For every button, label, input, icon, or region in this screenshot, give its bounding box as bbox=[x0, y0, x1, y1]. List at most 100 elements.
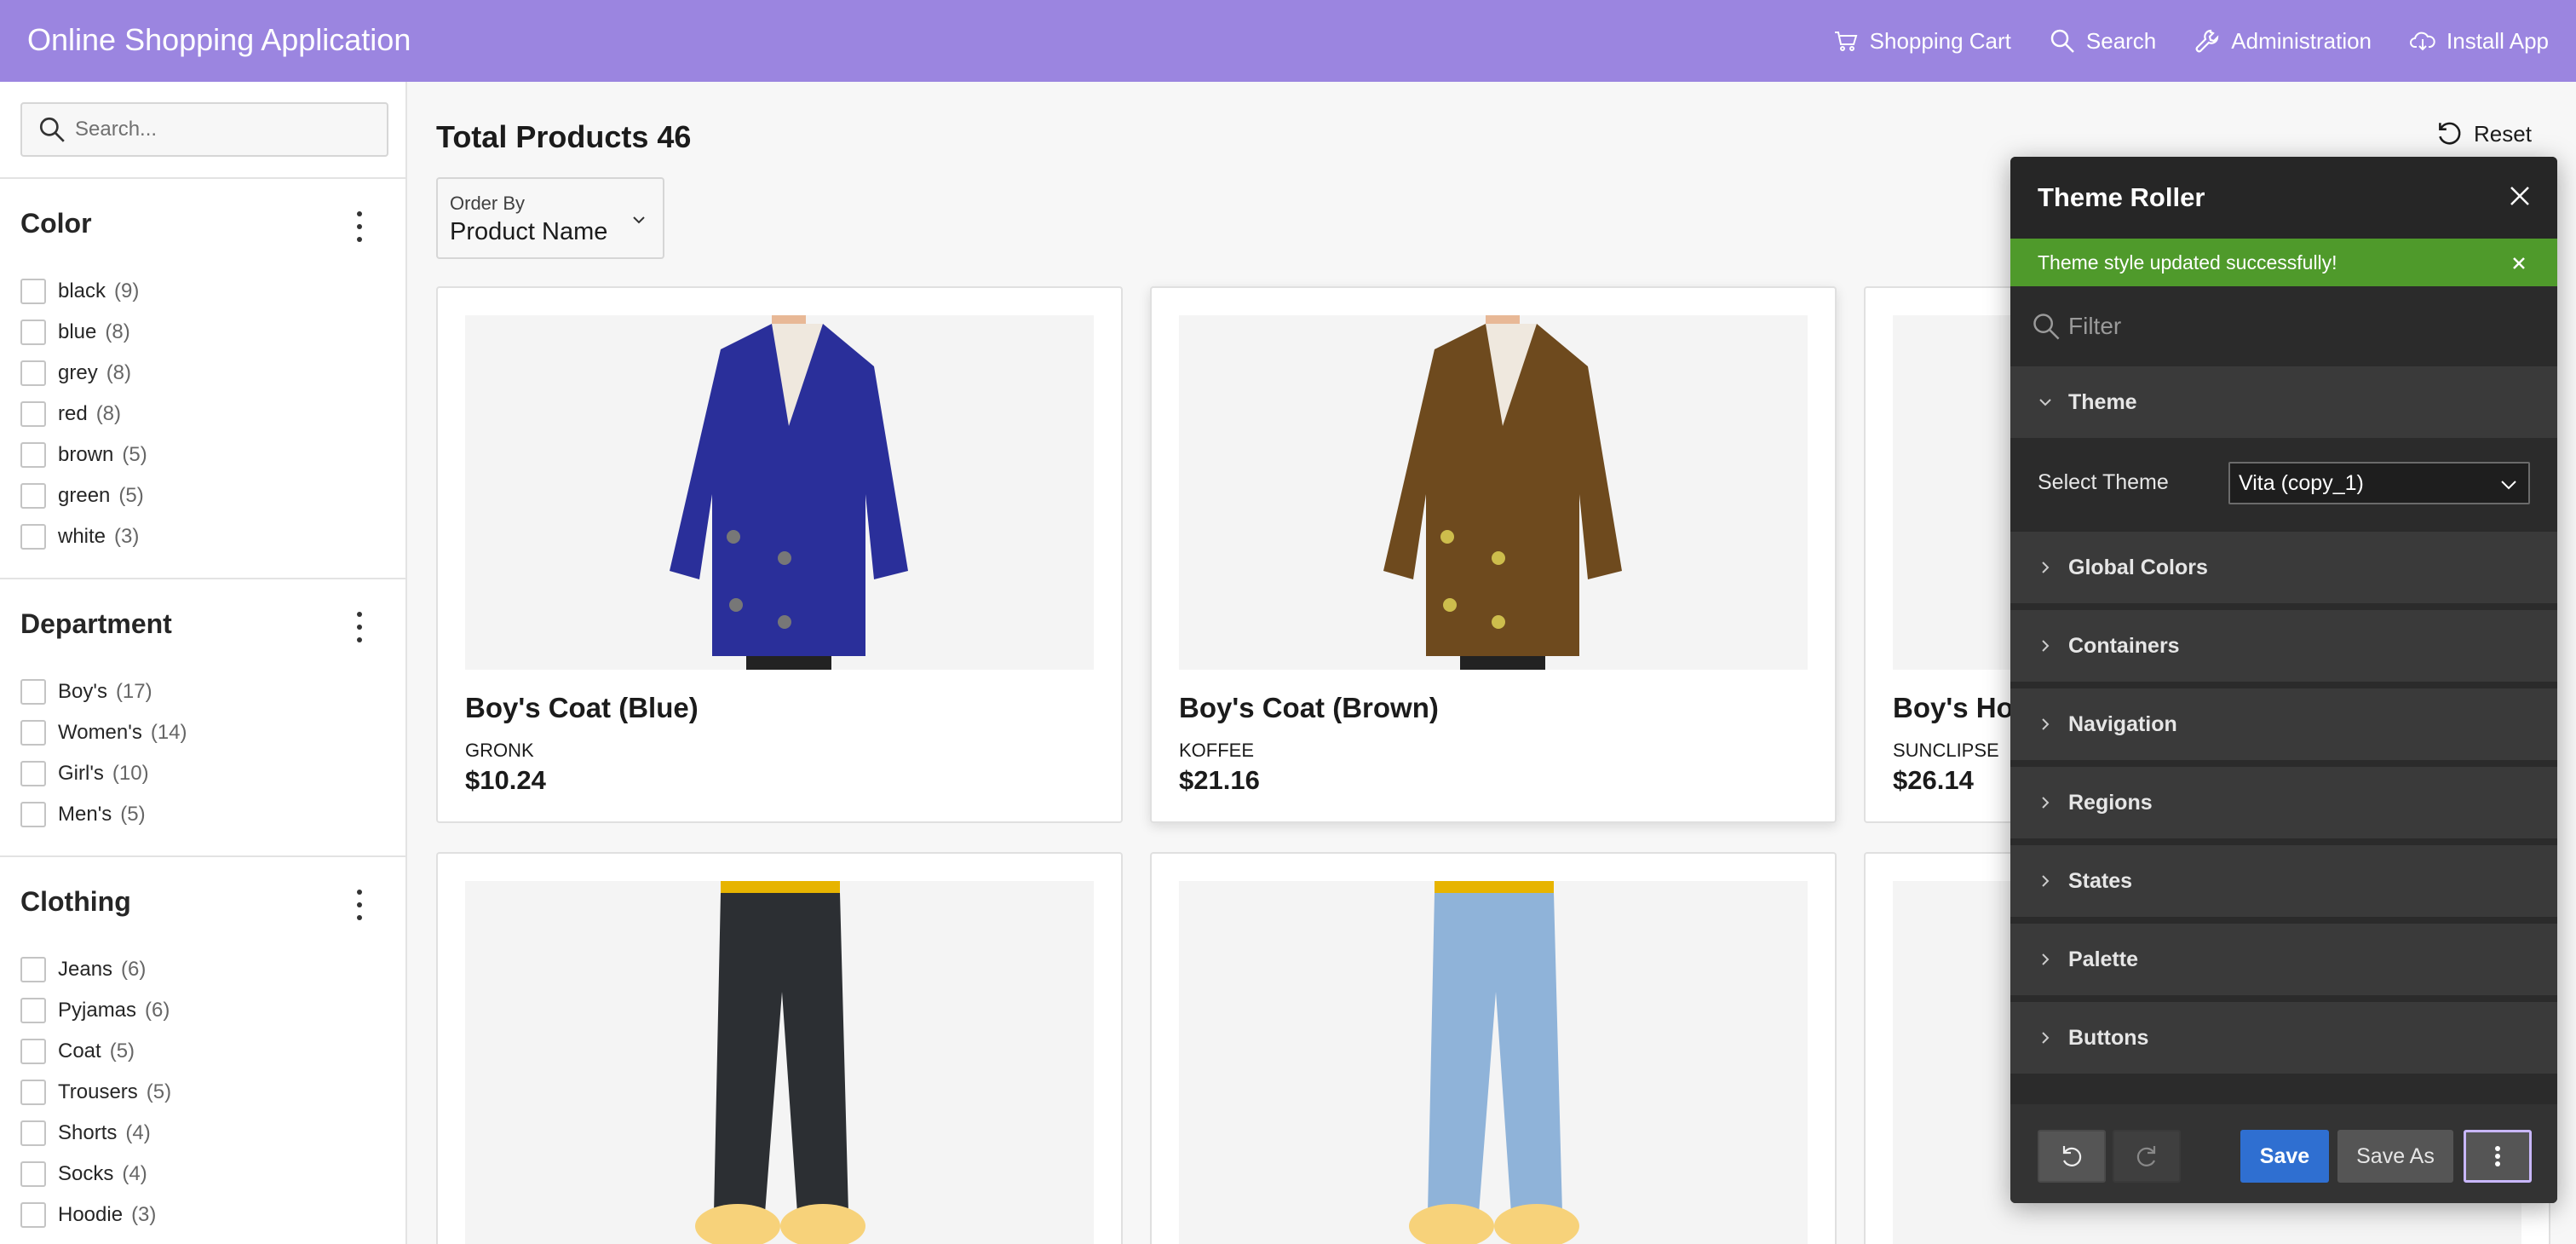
facet-department: Department Boy's (17) Women's (14) Girl's (… bbox=[0, 578, 405, 855]
facet-option[interactable]: Trousers (5) bbox=[20, 1072, 171, 1113]
facet-option[interactable]: grey (8) bbox=[20, 353, 147, 394]
option-label: Pyjamas bbox=[58, 999, 137, 1022]
facet-option[interactable]: Girl's (10) bbox=[20, 753, 187, 794]
checkbox[interactable] bbox=[20, 1202, 46, 1228]
nav-search[interactable]: Search bbox=[2049, 27, 2156, 55]
product-brand: SUNCLIPSE bbox=[1893, 740, 1999, 761]
product-price: $10.24 bbox=[465, 765, 546, 795]
facet-option[interactable]: Women's (14) bbox=[20, 712, 187, 753]
checkbox[interactable] bbox=[20, 483, 46, 509]
option-label: Shorts bbox=[58, 1121, 118, 1144]
close-icon[interactable] bbox=[2508, 184, 2532, 208]
product-card[interactable] bbox=[436, 852, 1123, 1244]
checkbox[interactable] bbox=[20, 1039, 46, 1064]
nav-administration[interactable]: Administration bbox=[2194, 27, 2372, 55]
redo-button[interactable] bbox=[2113, 1130, 2181, 1183]
option-label: Jeans bbox=[58, 958, 113, 981]
more-actions-button[interactable] bbox=[2464, 1130, 2532, 1183]
checkbox[interactable] bbox=[20, 360, 46, 386]
facet-search-input[interactable] bbox=[75, 118, 373, 141]
option-count: (5) bbox=[120, 803, 146, 826]
close-icon[interactable] bbox=[2511, 256, 2527, 271]
facet-option[interactable]: brown (5) bbox=[20, 435, 147, 475]
reset-button[interactable]: Reset bbox=[2435, 119, 2532, 148]
theme-roller-filter[interactable] bbox=[2010, 286, 2557, 366]
option-label: Coat bbox=[58, 1040, 101, 1063]
facet-option[interactable]: white (3) bbox=[20, 516, 147, 557]
option-count: (5) bbox=[146, 1080, 172, 1103]
reset-icon bbox=[2439, 122, 2461, 145]
section-theme[interactable]: Theme bbox=[2010, 366, 2557, 438]
section-palette[interactable]: Palette bbox=[2010, 924, 2557, 995]
product-name[interactable]: Boy's Coat (Blue) bbox=[465, 692, 699, 724]
option-count: (6) bbox=[121, 958, 147, 981]
select-theme-value: Vita (copy_1) bbox=[2239, 470, 2364, 495]
wrench-icon bbox=[2195, 29, 2219, 53]
facet-option[interactable]: Socks (4) bbox=[20, 1154, 171, 1195]
more-options-icon[interactable] bbox=[351, 211, 368, 242]
checkbox[interactable] bbox=[20, 957, 46, 982]
success-message: Theme style updated successfully! bbox=[2010, 239, 2557, 286]
section-global-colors[interactable]: Global Colors bbox=[2010, 532, 2557, 603]
nav-shopping-cart[interactable]: Shopping Cart bbox=[1832, 27, 2011, 55]
more-options-icon[interactable] bbox=[351, 612, 368, 642]
facet-option[interactable]: Boy's (17) bbox=[20, 671, 187, 712]
theme-roller-title: Theme Roller bbox=[2038, 182, 2205, 212]
nav-install-app[interactable]: Install App bbox=[2409, 27, 2549, 55]
checkbox[interactable] bbox=[20, 401, 46, 427]
facet-clothing: Clothing Jeans (6) Pyjamas (6) Coat (5) Tro… bbox=[0, 855, 405, 1244]
checkbox[interactable] bbox=[20, 679, 46, 705]
section-states[interactable]: States bbox=[2010, 845, 2557, 917]
option-label: Boy's bbox=[58, 680, 107, 703]
select-theme-dropdown[interactable]: Vita (copy_1) bbox=[2228, 462, 2530, 504]
save-button[interactable]: Save bbox=[2240, 1130, 2329, 1183]
product-card[interactable] bbox=[1150, 852, 1837, 1244]
order-by-select[interactable]: Order By Product Name bbox=[436, 177, 664, 259]
facet-search-box[interactable] bbox=[20, 102, 388, 157]
facet-option[interactable]: green (5) bbox=[20, 475, 147, 516]
option-count: (8) bbox=[105, 320, 130, 343]
checkbox[interactable] bbox=[20, 320, 46, 345]
facet-option[interactable]: Coat (5) bbox=[20, 1031, 171, 1072]
facet-option[interactable]: red (8) bbox=[20, 394, 147, 435]
coat-image bbox=[465, 315, 1094, 670]
product-card[interactable]: Boy's Coat (Blue) GRONK $10.24 bbox=[436, 286, 1123, 823]
filter-input[interactable] bbox=[2068, 313, 2528, 340]
facet-option[interactable]: Men's (5) bbox=[20, 794, 187, 835]
checkbox[interactable] bbox=[20, 1080, 46, 1105]
more-options-icon[interactable] bbox=[351, 890, 368, 920]
facet-option[interactable]: black (9) bbox=[20, 271, 147, 312]
nav-install-app-label: Install App bbox=[2447, 27, 2549, 54]
facet-option[interactable]: blue (8) bbox=[20, 312, 147, 353]
checkbox[interactable] bbox=[20, 998, 46, 1023]
product-card[interactable]: Boy's Coat (Brown) KOFFEE $21.16 bbox=[1150, 286, 1837, 823]
chevron-down-icon bbox=[2039, 399, 2051, 406]
undo-icon bbox=[2062, 1146, 2082, 1166]
checkbox[interactable] bbox=[20, 442, 46, 468]
option-label: grey bbox=[58, 361, 98, 384]
product-name[interactable]: Boy's Coat (Brown) bbox=[1179, 692, 1439, 724]
checkbox[interactable] bbox=[20, 524, 46, 550]
option-count: (8) bbox=[106, 361, 132, 384]
product-image bbox=[1179, 315, 1808, 670]
checkbox[interactable] bbox=[20, 279, 46, 304]
undo-button[interactable] bbox=[2038, 1130, 2106, 1183]
save-as-button[interactable]: Save As bbox=[2337, 1130, 2453, 1183]
facet-option[interactable]: Jeans (6) bbox=[20, 949, 171, 990]
app-title[interactable]: Online Shopping Application bbox=[27, 22, 411, 58]
facet-option[interactable]: Pyjamas (6) bbox=[20, 990, 171, 1031]
checkbox[interactable] bbox=[20, 802, 46, 827]
option-count: (5) bbox=[118, 484, 144, 507]
facet-option[interactable]: Hoodie (3) bbox=[20, 1195, 171, 1235]
checkbox[interactable] bbox=[20, 1120, 46, 1146]
checkbox[interactable] bbox=[20, 720, 46, 746]
checkbox[interactable] bbox=[20, 1161, 46, 1187]
app-header: Online Shopping Application Shopping Car… bbox=[0, 0, 2576, 82]
product-name[interactable]: Boy's Ho bbox=[1893, 692, 2014, 724]
section-regions[interactable]: Regions bbox=[2010, 767, 2557, 838]
checkbox[interactable] bbox=[20, 761, 46, 786]
section-navigation[interactable]: Navigation bbox=[2010, 688, 2557, 760]
section-buttons[interactable]: Buttons bbox=[2010, 1002, 2557, 1074]
section-containers[interactable]: Containers bbox=[2010, 610, 2557, 682]
facet-option[interactable]: Shorts (4) bbox=[20, 1113, 171, 1154]
